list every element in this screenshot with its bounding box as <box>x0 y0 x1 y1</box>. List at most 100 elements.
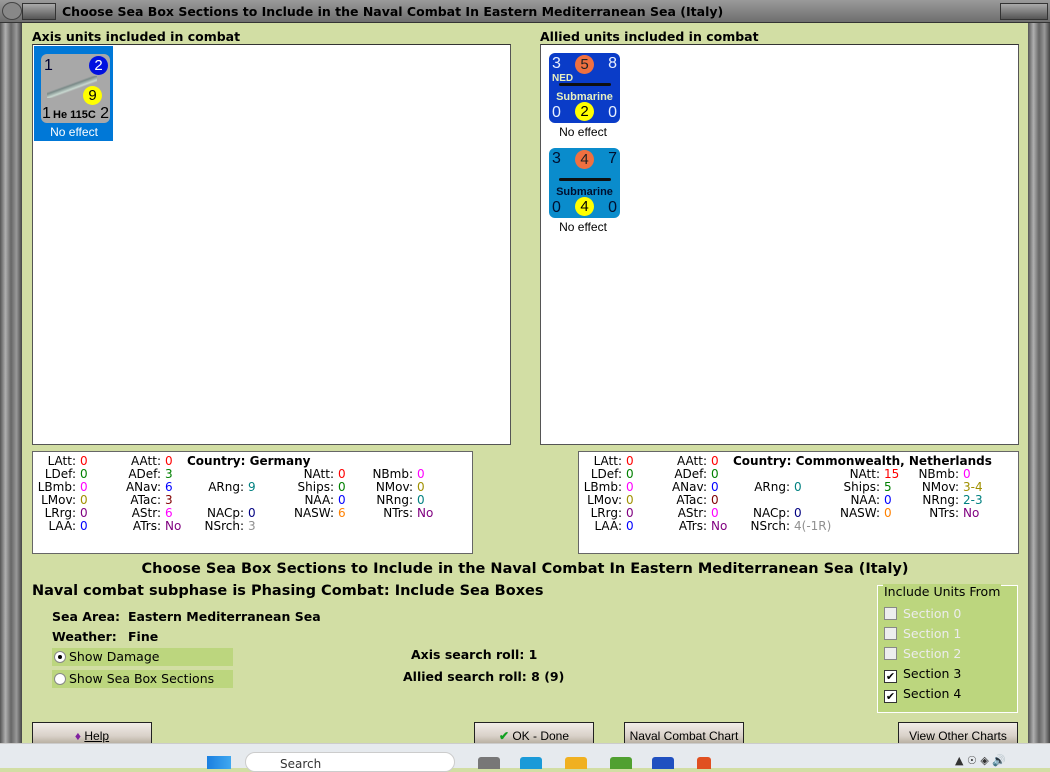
minimize-button[interactable] <box>22 3 56 20</box>
section-4-checkbox[interactable]: ✔ Section 4 <box>884 686 961 703</box>
stat-label: NSrch: <box>750 519 790 533</box>
top-right-value: 8 <box>608 55 617 72</box>
stat-lbmb: LBmb: 0 <box>552 480 634 494</box>
bottom-center-circle: 4 <box>575 197 594 216</box>
stat-label: LRrg: <box>590 506 622 520</box>
help-label: Help <box>84 729 110 743</box>
start-icon[interactable] <box>207 756 231 769</box>
stat-value: 6 <box>165 506 173 520</box>
stat-ntrs: NTrs: No <box>343 506 433 520</box>
stat-label: ADef: <box>674 467 707 481</box>
stat-arng: ARng: 0 <box>720 480 801 494</box>
stat-label: NAtt: <box>849 467 880 481</box>
movement-circle: 9 <box>83 86 102 105</box>
unit-counter[interactable]: 3 5 8 NED Submarine 0 2 0 <box>549 53 620 123</box>
stat-value: 0 <box>80 480 88 494</box>
stat-label: NACp: <box>752 506 790 520</box>
show-damage-radio[interactable]: Show Damage <box>52 648 233 666</box>
stat-adef: ADef: 0 <box>637 467 718 481</box>
taskbar-search[interactable]: Search <box>245 752 455 772</box>
checkbox-box: ✔ <box>884 670 897 683</box>
stat-atac: ATac: 0 <box>637 493 719 507</box>
stat-natt: NAtt: 15 <box>810 467 900 481</box>
stat-naa: NAA: 0 <box>264 493 345 507</box>
stat-label: NASW: <box>839 506 880 520</box>
attack-value: 3 <box>552 150 561 167</box>
section-3-checkbox[interactable]: ✔ Section 3 <box>884 666 961 683</box>
unit-status: No effect <box>559 125 607 139</box>
stat-nbmb: NBmb: 0 <box>343 467 425 481</box>
left-frame <box>0 23 22 743</box>
app-icon-active[interactable] <box>697 757 711 769</box>
search-label: Search <box>280 757 322 771</box>
unit-counter[interactable]: 3 4 7 Submarine 0 4 0 <box>549 148 620 218</box>
task-view-icon[interactable] <box>478 757 500 769</box>
system-menu-button[interactable] <box>2 2 22 20</box>
stat-label: NAA: <box>850 493 880 507</box>
edge-icon[interactable] <box>520 757 542 769</box>
stat-value: 0 <box>626 519 634 533</box>
unit-status: No effect <box>50 125 98 139</box>
checkbox-box <box>884 647 897 660</box>
bottom-right-value: 2 <box>100 105 109 122</box>
axis-country: Country: Germany <box>187 454 311 468</box>
checkbox-box: ✔ <box>884 690 897 703</box>
bottom-left-value: 0 <box>552 199 561 216</box>
stat-atrs: ATrs: No <box>637 519 727 533</box>
stat-value: 9 <box>248 480 256 494</box>
stat-label: NBmb: <box>372 467 413 481</box>
allied-units-list[interactable]: 3 5 8 NED Submarine 0 2 0 No effect 3 4 7 Submarine 0… <box>540 44 1019 445</box>
stat-label: LMov: <box>41 493 76 507</box>
game-icon[interactable] <box>652 757 674 769</box>
stat-label: NTrs: <box>929 506 959 520</box>
stat-value: 3 <box>165 493 173 507</box>
stat-value: 0 <box>626 493 634 507</box>
stat-astr: AStr: 6 <box>91 506 173 520</box>
stat-nasw: NASW: 0 <box>810 506 892 520</box>
stat-label: AStr: <box>677 506 707 520</box>
checkmark-icon: ✔ <box>498 729 509 743</box>
taskbar: Search ▲ ☉ ◈ 🔊 <box>0 743 1050 772</box>
file-explorer-icon[interactable] <box>565 757 587 769</box>
sea-area-value: Eastern Mediterranean Sea <box>128 609 321 624</box>
top-center-circle: 4 <box>575 150 594 169</box>
stat-value: 0 <box>963 467 971 481</box>
stat-label: LRrg: <box>44 506 76 520</box>
show-sea-box-sections-radio[interactable]: Show Sea Box Sections <box>52 670 233 688</box>
stat-laa: LAA: 0 <box>6 519 87 533</box>
stat-label: LAtt: <box>593 454 622 468</box>
window-controls[interactable] <box>1000 3 1048 20</box>
range-circle: 2 <box>89 56 108 75</box>
allied-stats-panel: Country: Commonwealth, Netherlands LAtt:… <box>578 451 1019 554</box>
help-book-icon: ♦ <box>74 729 82 743</box>
stat-lmov: LMov: 0 <box>552 493 634 507</box>
stat-ntrs: NTrs: No <box>889 506 979 520</box>
stat-value: 0 <box>626 454 634 468</box>
stat-label: NACp: <box>206 506 244 520</box>
app-icon[interactable] <box>610 757 632 769</box>
unit-name: He 115C <box>53 109 96 121</box>
stat-value: 0 <box>417 467 425 481</box>
axis-search-roll: Axis search roll: 1 <box>411 647 538 662</box>
unit-counter[interactable]: 1 2 9 1 He 115C 2 <box>41 54 110 123</box>
stat-anav: ANav: 6 <box>91 480 173 494</box>
stat-nmov: NMov: 0 <box>343 480 425 494</box>
axis-units-list[interactable]: 1 2 9 1 He 115C 2 No effect <box>32 44 511 445</box>
stat-value: 6 <box>165 480 173 494</box>
stat-label: ATac: <box>676 493 707 507</box>
unit-status: No effect <box>559 220 607 234</box>
stat-value: 0 <box>711 480 719 494</box>
system-tray-icons[interactable]: ▲ ☉ ◈ 🔊 <box>955 754 1035 768</box>
stat-label: NAtt: <box>303 467 334 481</box>
stat-anav: ANav: 0 <box>637 480 719 494</box>
stat-label: ANav: <box>671 480 707 494</box>
stat-label: ADef: <box>128 467 161 481</box>
bottom-right-value: 0 <box>608 104 617 121</box>
section-1-checkbox: Section 1 <box>884 626 961 641</box>
stat-nmov: NMov: 3-4 <box>889 480 983 494</box>
stat-nasw: NASW: 6 <box>264 506 346 520</box>
stat-value: 0 <box>711 493 719 507</box>
other-charts-label: View Other Charts <box>909 729 1007 743</box>
stat-value: 0 <box>80 493 88 507</box>
stat-value: 0 <box>711 454 719 468</box>
